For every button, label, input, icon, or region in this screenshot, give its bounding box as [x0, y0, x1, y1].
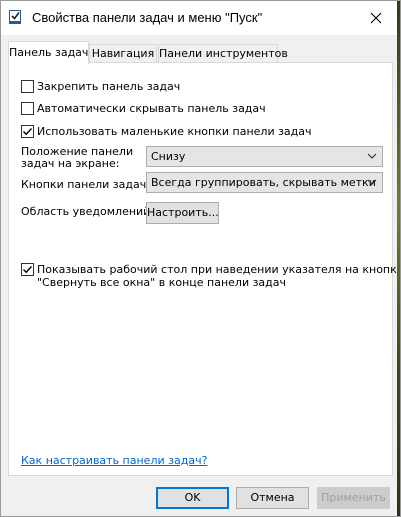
tab-toolbars[interactable]: Панели инструментов	[158, 44, 288, 62]
help-link[interactable]: Как настраивать панели задач?	[21, 454, 207, 467]
tab-taskbar[interactable]: Панель задач	[8, 41, 89, 64]
peek-desktop-label-line2: "Свернуть все окна" в конце панели задач	[37, 276, 287, 289]
tab-panel-taskbar: Закрепить панель задач Автоматически скр…	[8, 62, 400, 476]
lock-taskbar-checkbox[interactable]	[21, 79, 34, 93]
taskbar-properties-icon	[8, 9, 24, 25]
dialog-window: Свойства панели задач и меню "Пуск" Пане…	[0, 0, 401, 517]
small-buttons-label: Использовать маленькие кнопки панели зад…	[37, 124, 312, 138]
checkmark-icon	[23, 266, 33, 274]
ok-button[interactable]: OK	[156, 487, 229, 509]
close-button[interactable]	[357, 1, 395, 35]
autohide-taskbar-label: Автоматически скрывать панель задач	[37, 101, 266, 115]
desktop-background-edge	[397, 1, 400, 516]
cancel-button[interactable]: Отмена	[236, 487, 309, 509]
position-value: Снизу	[151, 150, 186, 163]
chevron-down-icon	[367, 153, 377, 159]
grouping-value: Всегда группировать, скрывать метки	[151, 176, 376, 189]
close-icon	[370, 12, 382, 24]
lock-taskbar-label: Закрепить панель задач	[37, 79, 181, 93]
grouping-label: Кнопки панели задач:	[21, 178, 150, 191]
position-label-line2: задач на экране:	[21, 157, 120, 170]
checkmark-icon	[23, 127, 33, 135]
peek-desktop-checkbox[interactable]	[21, 263, 34, 276]
notification-area-label: Область уведомлений:	[21, 205, 155, 218]
small-buttons-checkbox[interactable]	[21, 124, 34, 138]
grouping-select[interactable]: Всегда группировать, скрывать метки	[146, 172, 383, 193]
apply-button[interactable]: Применить	[317, 487, 390, 509]
window-title: Свойства панели задач и меню "Пуск"	[32, 10, 263, 25]
chevron-down-icon	[367, 179, 377, 185]
title-bar: Свойства панели задач и меню "Пуск"	[1, 1, 399, 35]
peek-desktop-option[interactable]: Показывать рабочий стол при наведении ук…	[21, 263, 401, 289]
position-select[interactable]: Снизу	[146, 146, 383, 167]
autohide-taskbar-checkbox[interactable]	[21, 101, 34, 115]
small-buttons-option[interactable]: Использовать маленькие кнопки панели зад…	[21, 124, 312, 138]
customize-button[interactable]: Настроить...	[146, 202, 219, 224]
peek-desktop-label-line1: Показывать рабочий стол при наведении ук…	[37, 263, 401, 276]
autohide-taskbar-option[interactable]: Автоматически скрывать панель задач	[21, 101, 266, 115]
lock-taskbar-option[interactable]: Закрепить панель задач	[21, 79, 180, 93]
tab-navigation[interactable]: Навигация	[89, 44, 157, 62]
